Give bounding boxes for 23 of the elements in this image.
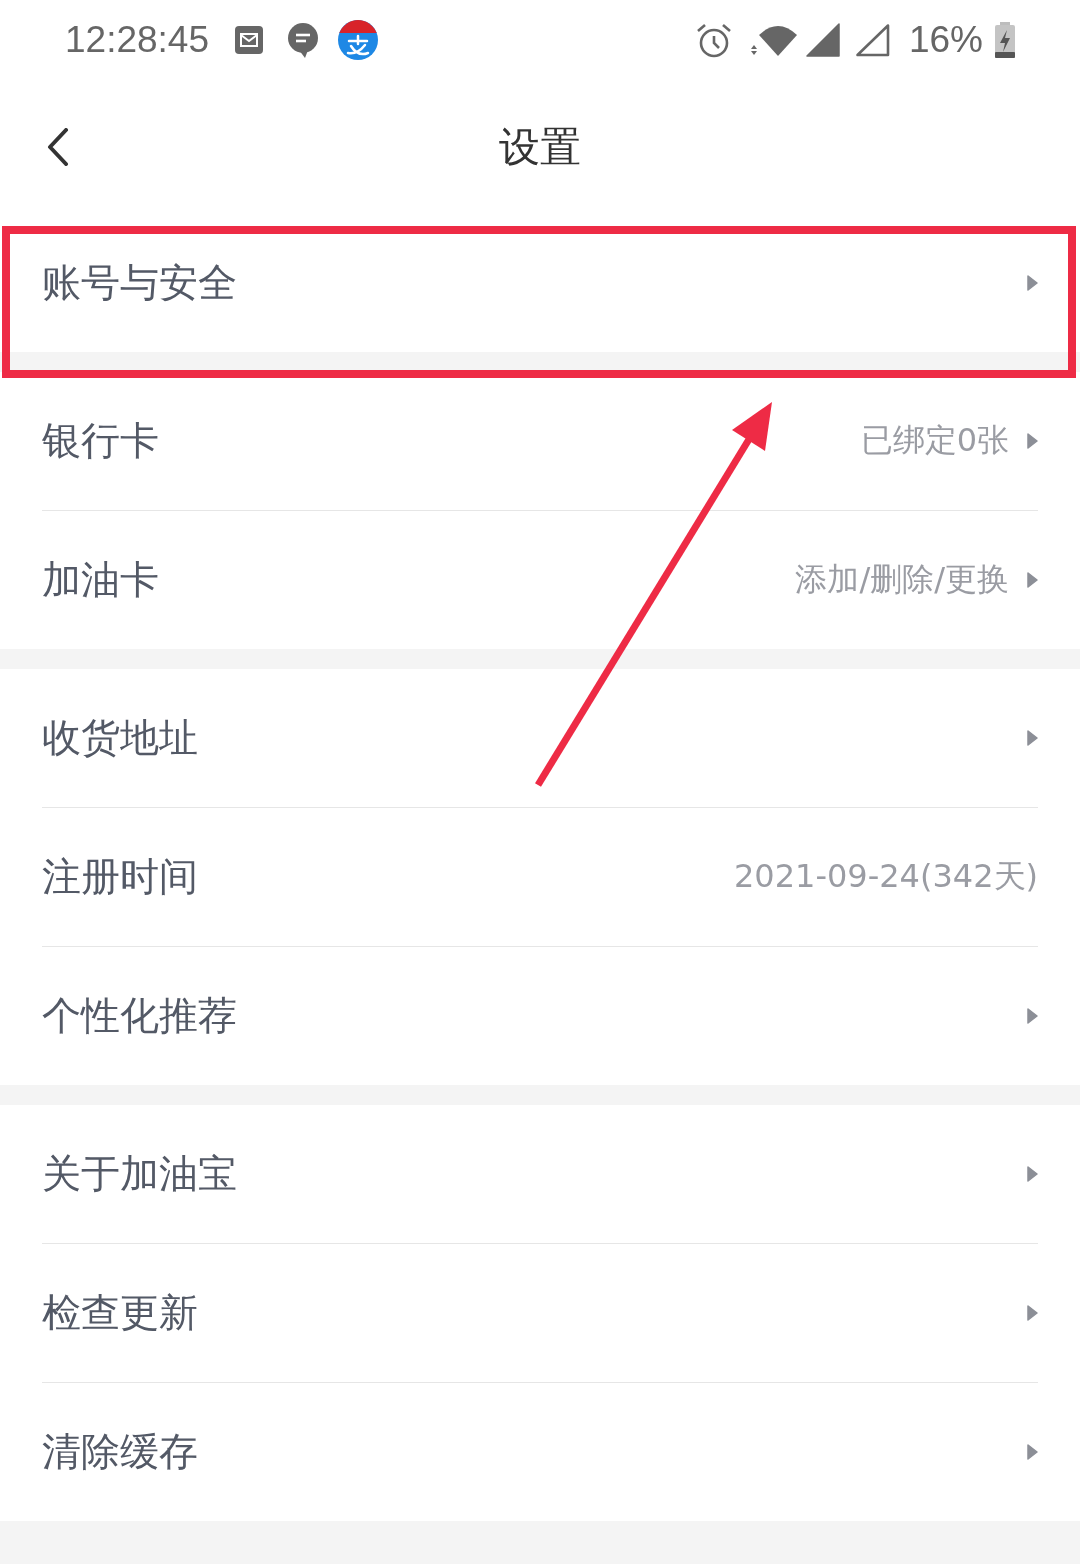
row-label: 个性化推荐 bbox=[42, 992, 237, 1040]
battery-charging-icon bbox=[995, 22, 1015, 58]
clock-time: 12:28:45 bbox=[65, 19, 210, 61]
back-icon[interactable] bbox=[46, 128, 70, 166]
signal-empty-icon bbox=[854, 23, 891, 57]
row-label: 账号与安全 bbox=[42, 259, 237, 307]
row-value: 已绑定0张 bbox=[860, 420, 1009, 461]
row-value: 2021-09-24(342天) bbox=[734, 856, 1038, 897]
wifi-icon bbox=[748, 23, 797, 57]
row-label: 检查更新 bbox=[42, 1289, 198, 1337]
page-title: 设置 bbox=[499, 121, 581, 173]
app-notification-icon bbox=[337, 19, 380, 61]
row-value: 添加/删除/更换 bbox=[795, 559, 1009, 600]
battery-percent: 16% bbox=[908, 19, 983, 61]
row-label: 关于加油宝 bbox=[42, 1150, 237, 1198]
mail-icon bbox=[235, 26, 264, 54]
row-label: 收货地址 bbox=[42, 714, 198, 762]
signal-icon bbox=[804, 23, 841, 57]
row-label: 注册时间 bbox=[42, 853, 198, 901]
row-label: 清除缓存 bbox=[42, 1428, 198, 1476]
chat-bubble-icon bbox=[287, 22, 320, 58]
row-label: 加油卡 bbox=[42, 556, 159, 604]
row-label: 银行卡 bbox=[42, 417, 159, 465]
